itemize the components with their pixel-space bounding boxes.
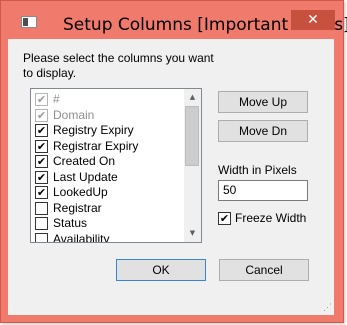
scroll-up-icon[interactable]: ▲ <box>184 89 201 106</box>
resize-grip-icon[interactable]: ⋰ <box>323 303 332 312</box>
checkbox-icon[interactable]: ✔ <box>35 155 48 168</box>
cancel-button[interactable]: Cancel <box>219 259 309 281</box>
close-button[interactable]: ✕ <box>291 10 335 30</box>
columns-listbox[interactable]: ✔ # ✔ Domain ✔ Registry Expiry ✔ Registrar Expi… <box>30 88 202 243</box>
checkbox-icon[interactable] <box>35 217 48 230</box>
column-item-label: Status <box>53 216 88 230</box>
width-input[interactable]: 50 <box>218 180 308 201</box>
title-bar[interactable]: Setup Columns [Important Dates] ✕ <box>1 1 347 39</box>
checkbox-icon[interactable] <box>35 201 48 215</box>
instructions-label: Please select the columns you want to di… <box>23 51 214 80</box>
scroll-down-icon[interactable]: ▼ <box>184 225 201 242</box>
column-item-label: # <box>53 92 60 106</box>
column-item-label: Last Update <box>53 169 118 184</box>
width-label: Width in Pixels <box>218 163 297 177</box>
checkbox-icon[interactable]: ✔ <box>35 139 48 153</box>
column-item-label: Created On <box>53 154 116 168</box>
window-icon <box>21 16 37 28</box>
scroll-thumb[interactable] <box>185 106 199 166</box>
checkbox-icon[interactable]: ✔ <box>35 93 48 106</box>
freeze-width-label: Freeze Width <box>235 211 307 225</box>
checkbox-icon[interactable]: ✔ <box>35 108 48 122</box>
checkbox-icon[interactable]: ✔ <box>35 124 48 137</box>
move-down-button[interactable]: Move Dn <box>218 120 308 142</box>
freeze-width-check-icon[interactable]: ✔ <box>218 212 231 225</box>
column-item-label: Registrar Expiry <box>53 138 139 153</box>
column-item-label: Domain <box>53 107 95 122</box>
checkbox-icon[interactable]: ✔ <box>35 170 48 184</box>
column-item-label: Registry Expiry <box>53 123 134 137</box>
ok-button[interactable]: OK <box>116 259 206 281</box>
close-icon: ✕ <box>307 12 319 28</box>
column-item-label: LookedUp <box>53 185 108 199</box>
move-up-button[interactable]: Move Up <box>218 91 308 113</box>
column-item-label: Registrar <box>53 200 102 215</box>
checkbox-icon[interactable] <box>35 232 48 242</box>
column-item-label: Availability <box>53 231 110 243</box>
checkbox-icon[interactable]: ✔ <box>35 186 48 199</box>
listbox-scrollbar[interactable]: ▲ ▼ <box>184 89 201 242</box>
